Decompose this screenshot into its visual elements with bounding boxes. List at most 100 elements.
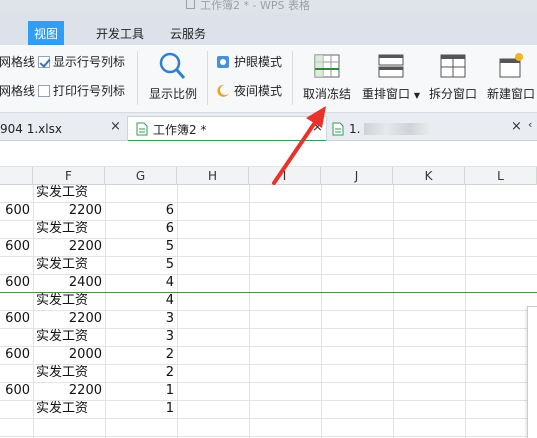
cell-e[interactable]: 600 bbox=[0, 202, 30, 220]
cell-e[interactable]: 600 bbox=[0, 238, 30, 256]
title-bar: 工作簿2 * - WPS 表格 bbox=[0, 0, 537, 13]
close-icon[interactable]: × bbox=[511, 119, 522, 134]
cell-g[interactable] bbox=[105, 184, 174, 202]
cell-g[interactable]: 2 bbox=[105, 364, 174, 382]
cell-e[interactable] bbox=[0, 328, 30, 346]
arrange-windows-icon bbox=[378, 54, 404, 78]
zoom-label: 显示比例 bbox=[148, 87, 197, 101]
doc-tab-2[interactable]: 工作簿2 * × bbox=[127, 116, 327, 142]
cell-f[interactable]: 2000 bbox=[33, 346, 102, 364]
menu-bar: 视图 开发工具 云服务 bbox=[0, 13, 537, 45]
eye-protection-icon bbox=[217, 55, 229, 68]
close-icon[interactable]: × bbox=[110, 119, 121, 134]
dropdown-arrow-icon: ▼ bbox=[413, 91, 420, 100]
cell-f[interactable]: 2200 bbox=[33, 310, 102, 328]
cell-g[interactable]: 5 bbox=[105, 238, 174, 256]
cell-e[interactable]: 600 bbox=[0, 382, 30, 400]
cell-g[interactable]: 6 bbox=[105, 220, 174, 238]
print-row-col-headers-checkbox[interactable]: 打印行号列标 bbox=[38, 82, 125, 99]
column-header-h[interactable]: H bbox=[177, 167, 249, 185]
cell-e[interactable]: 600 bbox=[0, 310, 30, 328]
cell-f[interactable]: 实发工资 bbox=[36, 184, 104, 202]
moon-icon bbox=[217, 84, 229, 97]
gridlines-label: 网格线 bbox=[0, 55, 36, 69]
cell-g[interactable]: 2 bbox=[105, 346, 174, 364]
print-row-col-headers-label: 打印行号列标 bbox=[53, 84, 126, 98]
split-window-icon bbox=[440, 54, 466, 78]
column-header-g[interactable]: G bbox=[105, 167, 177, 185]
document-tab-bar: 904 1.xlsx × 工作簿2 * × 1. × ‹ bbox=[0, 113, 537, 142]
magnifier-icon bbox=[159, 52, 186, 79]
window-title: 工作簿2 * - WPS 表格 bbox=[200, 0, 310, 12]
spreadsheet-file-icon bbox=[332, 122, 344, 135]
cell-f[interactable]: 实发工资 bbox=[36, 220, 104, 238]
cell-f[interactable]: 实发工资 bbox=[36, 256, 104, 274]
column-header-f[interactable]: F bbox=[33, 167, 105, 185]
document-icon bbox=[186, 0, 195, 9]
cell-e[interactable] bbox=[0, 256, 30, 274]
tab-cloud-services[interactable]: 云服务 bbox=[164, 21, 212, 45]
cell-f[interactable]: 2200 bbox=[33, 382, 102, 400]
column-header-k[interactable]: K bbox=[393, 167, 465, 185]
checkbox-unchecked-icon[interactable] bbox=[38, 84, 50, 97]
tab-developer-tools[interactable]: 开发工具 bbox=[90, 21, 150, 45]
doc-tab-3[interactable]: 1. bbox=[330, 116, 510, 141]
cell-f[interactable]: 2200 bbox=[33, 238, 102, 256]
column-header-l[interactable]: L bbox=[465, 167, 537, 185]
arrange-windows-label: 重排窗口 ▼ bbox=[362, 87, 420, 101]
cell-e[interactable] bbox=[0, 400, 30, 418]
doc-tab-3-label: 1. bbox=[349, 121, 361, 136]
doc-tab-1[interactable]: 904 1.xlsx × bbox=[0, 116, 126, 141]
cell-f[interactable]: 实发工资 bbox=[36, 400, 104, 418]
ribbon-view: 网格线 显示行号列标 网格线 打印行号列标 显示比例 护眼模式 夜间模式 取消冻… bbox=[0, 45, 537, 113]
cell-f[interactable]: 实发工资 bbox=[36, 292, 104, 310]
night-mode-button[interactable]: 夜间模式 bbox=[216, 82, 282, 99]
cell-f[interactable]: 2400 bbox=[33, 274, 102, 292]
cell-f[interactable]: 实发工资 bbox=[36, 364, 104, 382]
show-row-col-headers-label: 显示行号列标 bbox=[53, 55, 126, 69]
show-row-col-headers-checkbox[interactable]: 显示行号列标 bbox=[38, 53, 125, 70]
doc-tab-2-label: 工作簿2 * bbox=[153, 122, 207, 137]
column-header-e[interactable] bbox=[0, 167, 33, 185]
cell-g[interactable]: 1 bbox=[105, 382, 174, 400]
print-gridlines-toggle[interactable]: 网格线 bbox=[0, 82, 35, 99]
cell-g[interactable]: 3 bbox=[105, 310, 174, 328]
freeze-panes-icon bbox=[314, 54, 340, 78]
cell-e[interactable] bbox=[0, 292, 30, 310]
cell-f[interactable]: 2200 bbox=[33, 202, 102, 220]
cell-g[interactable]: 1 bbox=[105, 400, 174, 418]
redacted-filename bbox=[364, 122, 433, 135]
formula-bar-area[interactable] bbox=[0, 141, 537, 167]
cell-g[interactable]: 4 bbox=[105, 274, 174, 292]
column-header-i[interactable]: I bbox=[249, 167, 321, 185]
column-header-row: F G H I J K L bbox=[0, 167, 537, 185]
cell-e[interactable] bbox=[0, 220, 30, 238]
gridlines-toggle[interactable]: 网格线 bbox=[0, 53, 35, 70]
ribbon-divider bbox=[292, 51, 293, 105]
cell-e[interactable] bbox=[0, 364, 30, 382]
cell-g[interactable]: 4 bbox=[105, 292, 174, 310]
cell-e[interactable]: 600 bbox=[0, 346, 30, 364]
doc-tab-1-label: 904 1.xlsx bbox=[0, 121, 62, 136]
spreadsheet-file-icon bbox=[136, 122, 148, 136]
grid-line bbox=[0, 418, 537, 419]
ribbon-divider bbox=[137, 51, 138, 105]
cell-g[interactable]: 5 bbox=[105, 256, 174, 274]
split-window-label: 拆分窗口 bbox=[428, 87, 477, 101]
column-header-j[interactable]: J bbox=[321, 167, 393, 185]
cell-e[interactable]: 600 bbox=[0, 274, 30, 292]
cell-f[interactable]: 实发工资 bbox=[36, 328, 104, 346]
eye-protection-button[interactable]: 护眼模式 bbox=[216, 53, 282, 70]
cell-e[interactable] bbox=[0, 184, 30, 202]
cell-g[interactable]: 6 bbox=[105, 202, 174, 220]
unfreeze-label: 取消冻结 bbox=[302, 87, 351, 101]
scroll-tabs-icon[interactable]: ‹ bbox=[528, 118, 532, 131]
tab-view[interactable]: 视图 bbox=[28, 21, 65, 45]
side-panel bbox=[527, 306, 537, 438]
new-window-icon bbox=[499, 53, 523, 78]
night-mode-label: 夜间模式 bbox=[234, 84, 283, 98]
cell-g[interactable]: 3 bbox=[105, 328, 174, 346]
close-icon[interactable]: × bbox=[312, 120, 323, 135]
checkbox-checked-icon[interactable] bbox=[38, 55, 50, 68]
ribbon-divider bbox=[207, 51, 208, 105]
